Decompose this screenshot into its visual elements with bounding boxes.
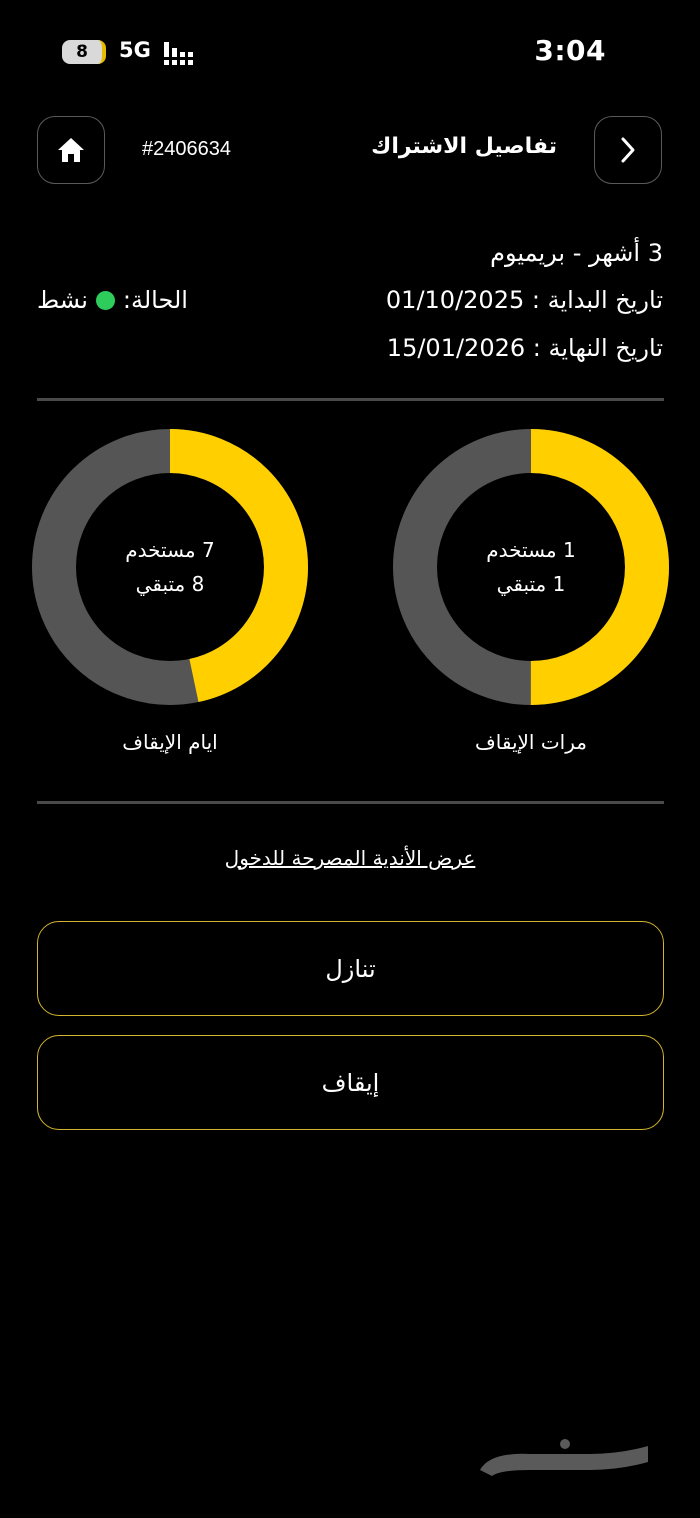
network-type: 5G [119, 38, 151, 62]
status-label: الحالة: [122, 286, 188, 314]
plan-name: 3 أشهر - بريميوم [490, 239, 663, 267]
allowed-clubs-link[interactable]: عرض الأندية المصرحة للدخول [0, 846, 700, 870]
end-date: تاريخ النهاية : 15/01/2026 [386, 334, 663, 362]
freeze-days-remaining: 8 متبقي [135, 572, 205, 596]
freezes-center: 1 مستخدم 1 متبقي [393, 533, 669, 601]
divider-bottom [37, 801, 664, 804]
freeze-days-label: ايام الإيقاف [122, 730, 218, 754]
status-value: نشط [37, 286, 88, 314]
freeze-button[interactable]: إيقاف [37, 1035, 664, 1130]
freezes-used: 1 مستخدم [486, 538, 576, 562]
start-date: تاريخ البداية : 01/10/2025 [385, 286, 663, 314]
divider-top [37, 398, 664, 401]
transfer-button[interactable]: تنازل [37, 921, 664, 1016]
watermark-logo [470, 1432, 660, 1492]
battery-indicator: 8 [62, 40, 106, 64]
freezes-label: مرات الإيقاف [475, 730, 587, 754]
subscription-id: #2406634 [142, 138, 231, 160]
clock: 3:04 [534, 34, 606, 67]
signal-icon [164, 42, 193, 65]
back-button[interactable] [594, 116, 662, 184]
page-title: تفاصيل الاشتراك [371, 134, 557, 159]
status-badge: الحالة: نشط [37, 286, 188, 314]
status-dot [95, 290, 115, 310]
watermark-graphic [480, 1439, 648, 1476]
home-icon [58, 138, 84, 162]
home-button[interactable] [37, 116, 105, 184]
chevron-right-icon [621, 137, 635, 163]
freeze-days-center: 7 مستخدم 8 متبقي [32, 533, 308, 601]
battery-level: 8 [76, 42, 88, 62]
freezes-remaining: 1 متبقي [496, 572, 566, 596]
freeze-days-used: 7 مستخدم [125, 538, 215, 562]
